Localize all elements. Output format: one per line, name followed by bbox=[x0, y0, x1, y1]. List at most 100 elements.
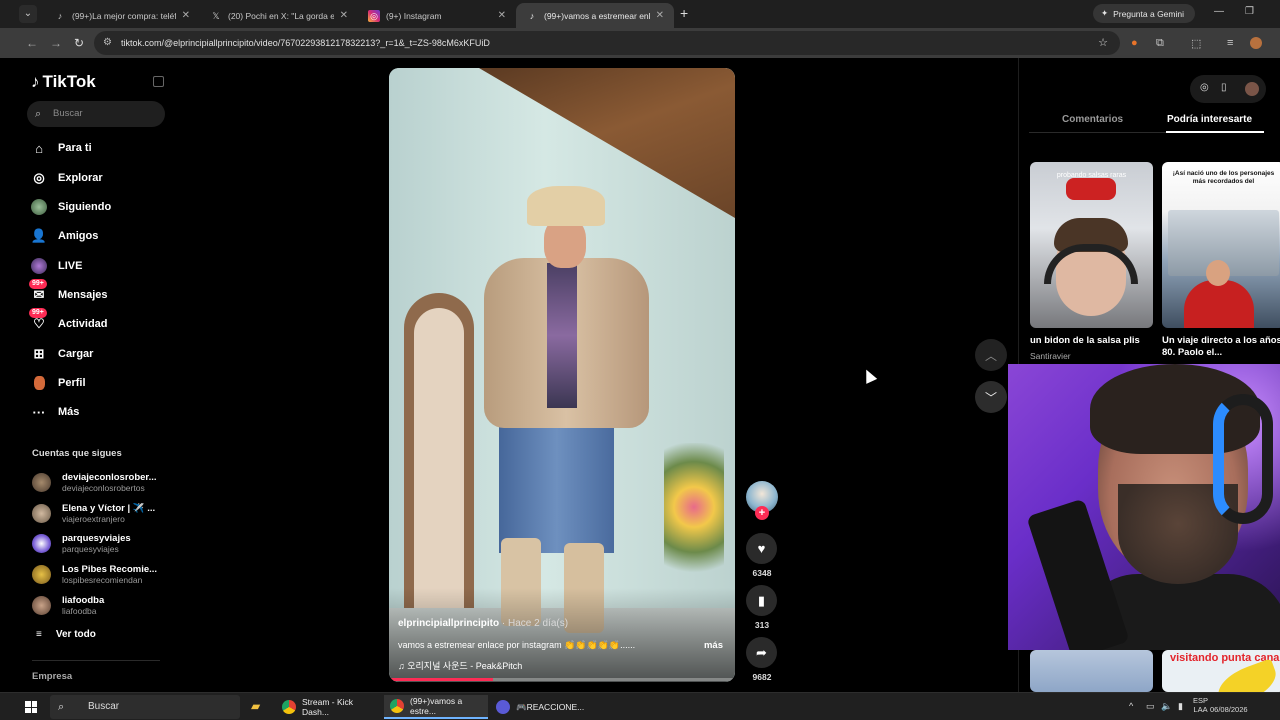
home-icon: ⌂ bbox=[35, 140, 43, 156]
nav-mensajes[interactable]: ✉ 99+ Mensajes bbox=[29, 279, 108, 305]
video-author[interactable]: elprincipiallprincipito · Hace 2 día(s) bbox=[398, 618, 568, 629]
save-count: 313 bbox=[754, 620, 770, 630]
screenshot-icon[interactable]: ⬚ bbox=[1191, 37, 1201, 50]
following-account[interactable]: parquesyviajes parquesyviajes bbox=[32, 531, 157, 555]
video-caption: vamos a estremear enlace por instagram 👏… bbox=[398, 640, 636, 650]
following-section-title: Cuentas que sigues bbox=[32, 448, 122, 459]
avatar bbox=[32, 595, 51, 615]
nav-amigos[interactable]: 👤 Amigos bbox=[31, 226, 98, 246]
like-button[interactable]: ♥ bbox=[746, 533, 777, 564]
tiktok-sidebar: ♪ TikTok ⌕ Buscar ⌂ Para ti ◎ Explorar S… bbox=[16, 58, 176, 692]
streamer-webcam-overlay bbox=[1008, 364, 1280, 650]
back-icon[interactable]: ← bbox=[26, 36, 38, 50]
nav-mas[interactable]: ··· Más bbox=[31, 402, 80, 422]
suggested-video-title[interactable]: Un viaje directo a los años 80. Paolo el… bbox=[1162, 335, 1280, 359]
nav-live[interactable]: LIVE bbox=[31, 256, 82, 276]
suggested-video-author[interactable]: Santiravier bbox=[1030, 351, 1071, 361]
suggested-video-title[interactable]: un bidon de la salsa plis bbox=[1030, 335, 1153, 347]
upload-icon: ⊞ bbox=[33, 346, 45, 361]
browser-tab-2[interactable]: 𝕏 (20) Pochi en X: "La gorda entra ✕ bbox=[200, 3, 358, 28]
active-tab-underline bbox=[1166, 131, 1264, 133]
video-frame-person-jeans bbox=[499, 413, 614, 553]
forward-icon[interactable]: → bbox=[50, 36, 62, 50]
browser-tab-3[interactable]: ◎ (9+) Instagram ✕ bbox=[358, 3, 516, 28]
nav-para-ti[interactable]: ⌂ Para ti bbox=[31, 138, 92, 158]
media-controls-icon[interactable]: ≡ bbox=[1227, 37, 1233, 49]
see-all-button[interactable]: ≡ Ver todo bbox=[36, 629, 96, 640]
heart-icon: ♥ bbox=[757, 541, 766, 556]
next-video-button[interactable]: ﹀ bbox=[975, 381, 1007, 413]
site-info-icon[interactable]: ⚙ bbox=[103, 31, 112, 55]
nav-perfil[interactable]: Perfil bbox=[31, 373, 86, 393]
suggested-video-thumbnail[interactable]: ¡Así nació uno de los personajes más rec… bbox=[1162, 162, 1280, 328]
tiktok-logo[interactable]: ♪ TikTok bbox=[31, 72, 96, 92]
reload-icon[interactable]: ↻ bbox=[74, 36, 84, 50]
suggested-video-thumbnail[interactable]: probando salsas raras bbox=[1030, 162, 1153, 328]
new-tab-button[interactable]: + bbox=[680, 6, 688, 20]
previous-video-button[interactable]: ︿ bbox=[975, 339, 1007, 371]
more-icon: ··· bbox=[32, 404, 46, 420]
clock-date[interactable]: 06/08/2026 bbox=[1210, 705, 1248, 714]
caption-more-button[interactable]: más bbox=[704, 640, 723, 651]
taskbar-app-obs[interactable]: 🎮REACCIONE... bbox=[490, 695, 590, 719]
extensions-puzzle-icon[interactable]: ⧉ bbox=[1156, 37, 1164, 50]
user-avatar-icon[interactable] bbox=[1245, 82, 1259, 96]
close-tab-icon[interactable]: ✕ bbox=[182, 10, 190, 21]
language-indicator[interactable]: ESP LAA bbox=[1193, 696, 1208, 714]
search-icon: ⌕ bbox=[58, 701, 65, 713]
tab-comentarios[interactable]: Comentarios bbox=[1062, 114, 1123, 125]
chevron-down-icon: ﹀ bbox=[984, 390, 997, 405]
following-account[interactable]: liafoodba liafoodba bbox=[32, 593, 157, 617]
tab-podria-interesarte[interactable]: Podría interesarte bbox=[1167, 114, 1252, 125]
video-player[interactable]: elprincipiallprincipito · Hace 2 día(s) … bbox=[389, 68, 735, 682]
avatar bbox=[32, 564, 51, 584]
windows-taskbar: ⌕ Buscar ▰ Stream - Kick Dash... (99+)va… bbox=[0, 692, 1280, 720]
nav-siguiendo[interactable]: Siguiendo bbox=[31, 197, 111, 217]
taskbar-search[interactable]: ⌕ Buscar bbox=[50, 695, 240, 719]
profile-icon bbox=[31, 375, 47, 391]
follow-plus-icon[interactable]: + bbox=[755, 506, 769, 520]
save-button[interactable]: ▮ bbox=[746, 585, 777, 616]
taskbar-app-chrome-stream[interactable]: Stream - Kick Dash... bbox=[276, 695, 380, 719]
suggested-video-thumbnail[interactable] bbox=[1030, 650, 1153, 692]
profile-avatar-icon[interactable] bbox=[1250, 37, 1262, 49]
network-icon[interactable]: ▭ bbox=[1146, 701, 1155, 712]
bookmark-star-icon[interactable]: ☆ bbox=[1098, 31, 1108, 55]
close-tab-icon[interactable]: ✕ bbox=[498, 10, 506, 21]
gemini-button[interactable]: ✦ Pregunta a Gemini bbox=[1093, 4, 1195, 23]
restore-icon[interactable]: ❐ bbox=[1245, 6, 1254, 17]
volume-icon[interactable]: 🔈 bbox=[1161, 701, 1172, 712]
share-button[interactable]: ➦ bbox=[746, 637, 777, 668]
browser-tab-4-active[interactable]: ♪ (99+)vamos a estremear enlace ✕ bbox=[516, 3, 674, 28]
file-explorer-icon[interactable]: ▰ bbox=[251, 699, 260, 713]
company-link[interactable]: Empresa bbox=[32, 671, 72, 682]
nav-explorar[interactable]: ◎ Explorar bbox=[31, 168, 102, 188]
browser-tab-1[interactable]: ♪ (99+)La mejor compra: teléfono ✕ bbox=[44, 3, 200, 28]
friends-icon: 👤 bbox=[30, 228, 48, 243]
mobile-icon[interactable]: ▯ bbox=[1221, 82, 1227, 93]
obs-icon bbox=[496, 700, 510, 714]
following-account[interactable]: Elena y Víctor | ✈️ ... viajeroextranjero bbox=[32, 501, 157, 525]
video-music[interactable]: ♫ 오리지널 사운드 - Peak&Pitch bbox=[398, 659, 522, 672]
windows-start-icon[interactable] bbox=[25, 701, 37, 713]
panel-toolbar: ◎ ▯ bbox=[1190, 75, 1266, 103]
tray-overflow-icon[interactable]: ^ bbox=[1129, 701, 1133, 711]
following-account[interactable]: Los Pibes Recomie... lospibesrecomiendan bbox=[32, 562, 157, 586]
tab-search-menu-button[interactable]: ⌄ bbox=[19, 5, 37, 23]
close-tab-icon[interactable]: ✕ bbox=[656, 10, 664, 21]
minimize-icon[interactable]: — bbox=[1214, 6, 1224, 17]
share-count: 9682 bbox=[752, 672, 772, 682]
collapse-sidebar-icon[interactable] bbox=[153, 76, 164, 87]
address-bar[interactable]: ⚙ tiktok.com/@elprincipiallprincipito/vi… bbox=[94, 31, 1120, 55]
nav-cargar[interactable]: ⊞ Cargar bbox=[31, 344, 94, 364]
video-progress-bar[interactable] bbox=[389, 678, 735, 681]
search-input[interactable]: ⌕ Buscar bbox=[27, 101, 165, 127]
video-progress-fill bbox=[389, 678, 493, 681]
close-tab-icon[interactable]: ✕ bbox=[340, 10, 348, 21]
nav-actividad[interactable]: ♡ 99+ Actividad bbox=[29, 308, 108, 334]
microphone-icon[interactable]: ▮ bbox=[1178, 701, 1183, 712]
following-account[interactable]: deviajeconlosrober... deviajeconlosrobert… bbox=[32, 470, 157, 494]
taskbar-app-chrome-tiktok[interactable]: (99+)vamos a estre... bbox=[384, 695, 488, 719]
extension-icon[interactable]: ● bbox=[1131, 37, 1138, 49]
compass-icon[interactable]: ◎ bbox=[1200, 82, 1209, 93]
